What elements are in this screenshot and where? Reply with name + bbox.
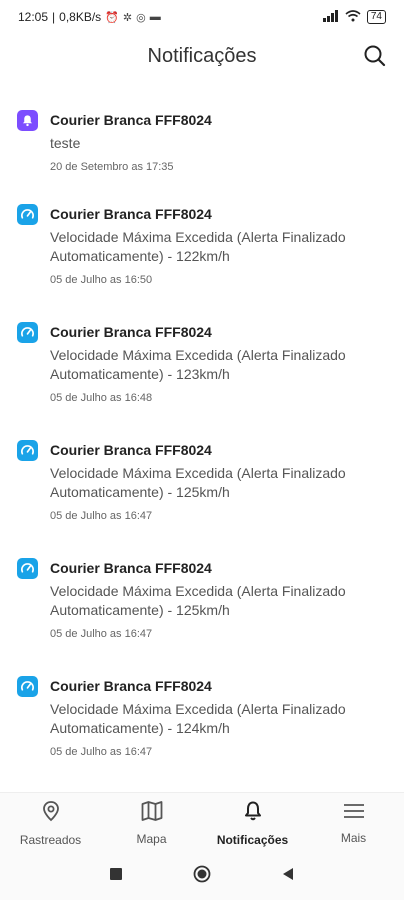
whatsapp-icon: ◎ bbox=[136, 11, 146, 24]
home-icon[interactable] bbox=[193, 865, 211, 888]
notification-date: 05 de Julho as 16:47 bbox=[50, 746, 153, 758]
notification-item[interactable]: Courier Branca FFF8024 Velocidade Máxima… bbox=[0, 660, 404, 778]
notification-title: Courier Branca FFF8024 bbox=[50, 206, 212, 222]
notification-message: Velocidade Máxima Excedida (Alerta Final… bbox=[50, 229, 346, 264]
speedometer-icon bbox=[17, 322, 38, 343]
message-icon: ▬ bbox=[149, 11, 161, 23]
notification-message: teste bbox=[50, 135, 81, 151]
nav-label: Rastreados bbox=[19, 832, 82, 847]
back-icon[interactable] bbox=[281, 867, 295, 886]
search-icon[interactable] bbox=[362, 43, 388, 69]
status-bar-left: 12:05 | 0,8KB/s ⏰ ✲ ◎ ▬ bbox=[18, 10, 161, 24]
notification-title: Courier Branca FFF8024 bbox=[50, 442, 212, 458]
signal-icon bbox=[322, 9, 339, 25]
speedometer-icon bbox=[17, 676, 38, 697]
app-header: Notificações bbox=[0, 34, 404, 78]
speedometer-icon bbox=[17, 558, 38, 579]
notification-list[interactable]: Courier Branca FFF8024 teste 20 de Setem… bbox=[0, 94, 404, 790]
bell-icon bbox=[17, 110, 38, 131]
speedometer-icon bbox=[17, 440, 38, 461]
battery-icon: 74 bbox=[366, 10, 386, 24]
page-title: Notificações bbox=[147, 44, 257, 67]
notification-date: 20 de Setembro as 17:35 bbox=[50, 161, 174, 173]
notification-date: 05 de Julho as 16:48 bbox=[50, 392, 153, 404]
notification-message: Velocidade Máxima Excedida (Alerta Final… bbox=[50, 465, 346, 500]
notification-title: Courier Branca FFF8024 bbox=[50, 324, 212, 340]
menu-icon bbox=[343, 802, 365, 825]
alarm-icon: ⏰ bbox=[105, 11, 119, 24]
notification-title: Courier Branca FFF8024 bbox=[50, 560, 212, 576]
nav-item-mais[interactable]: Mais bbox=[303, 793, 404, 853]
location-pin-icon bbox=[41, 800, 61, 827]
nav-item-rastreados[interactable]: Rastreados bbox=[0, 793, 101, 853]
notification-message: Velocidade Máxima Excedida (Alerta Final… bbox=[50, 701, 346, 736]
system-navigation-bar bbox=[0, 852, 404, 900]
notification-message: Velocidade Máxima Excedida (Alerta Final… bbox=[50, 583, 346, 618]
app-icon: ✲ bbox=[122, 11, 133, 24]
notification-item[interactable]: Courier Branca FFF8024 teste 20 de Setem… bbox=[0, 94, 404, 188]
bell-icon bbox=[243, 800, 263, 827]
notification-item[interactable]: Courier Branca FFF8024 Velocidade Máxima… bbox=[0, 542, 404, 660]
notification-message: Velocidade Máxima Excedida (Alerta Final… bbox=[50, 347, 346, 382]
notification-item[interactable]: Courier Branca FFF8024 Velocidade Máxima… bbox=[0, 188, 404, 306]
network-speed: 0,8KB/s bbox=[59, 10, 102, 24]
nav-item-notificacoes[interactable]: Notificações bbox=[202, 793, 303, 853]
recents-icon[interactable] bbox=[109, 867, 123, 886]
notification-title: Courier Branca FFF8024 bbox=[50, 678, 212, 694]
bottom-navigation: Rastreados Mapa Notificações Mais bbox=[0, 792, 404, 853]
notification-date: 05 de Julho as 16:47 bbox=[50, 628, 153, 640]
nav-label: Mais bbox=[340, 830, 367, 845]
notification-date: 05 de Julho as 16:47 bbox=[50, 510, 153, 522]
notification-date: 05 de Julho as 16:50 bbox=[50, 274, 153, 286]
speedometer-icon bbox=[17, 204, 38, 225]
notification-title: Courier Branca FFF8024 bbox=[50, 112, 212, 128]
nav-item-mapa[interactable]: Mapa bbox=[101, 793, 202, 853]
nav-label: Mapa bbox=[136, 831, 167, 846]
map-icon bbox=[141, 800, 163, 826]
nav-label: Notificações bbox=[216, 832, 289, 847]
wifi-icon bbox=[345, 9, 361, 25]
status-time: 12:05 bbox=[18, 10, 49, 24]
status-bar-right: 74 bbox=[322, 9, 386, 25]
status-bar: 12:05 | 0,8KB/s ⏰ ✲ ◎ ▬ 74 bbox=[0, 0, 404, 34]
notification-item[interactable]: Courier Branca FFF8024 Velocidade Máxima… bbox=[0, 424, 404, 542]
notification-item[interactable]: Courier Branca FFF8024 Velocidade Máxima… bbox=[0, 306, 404, 424]
